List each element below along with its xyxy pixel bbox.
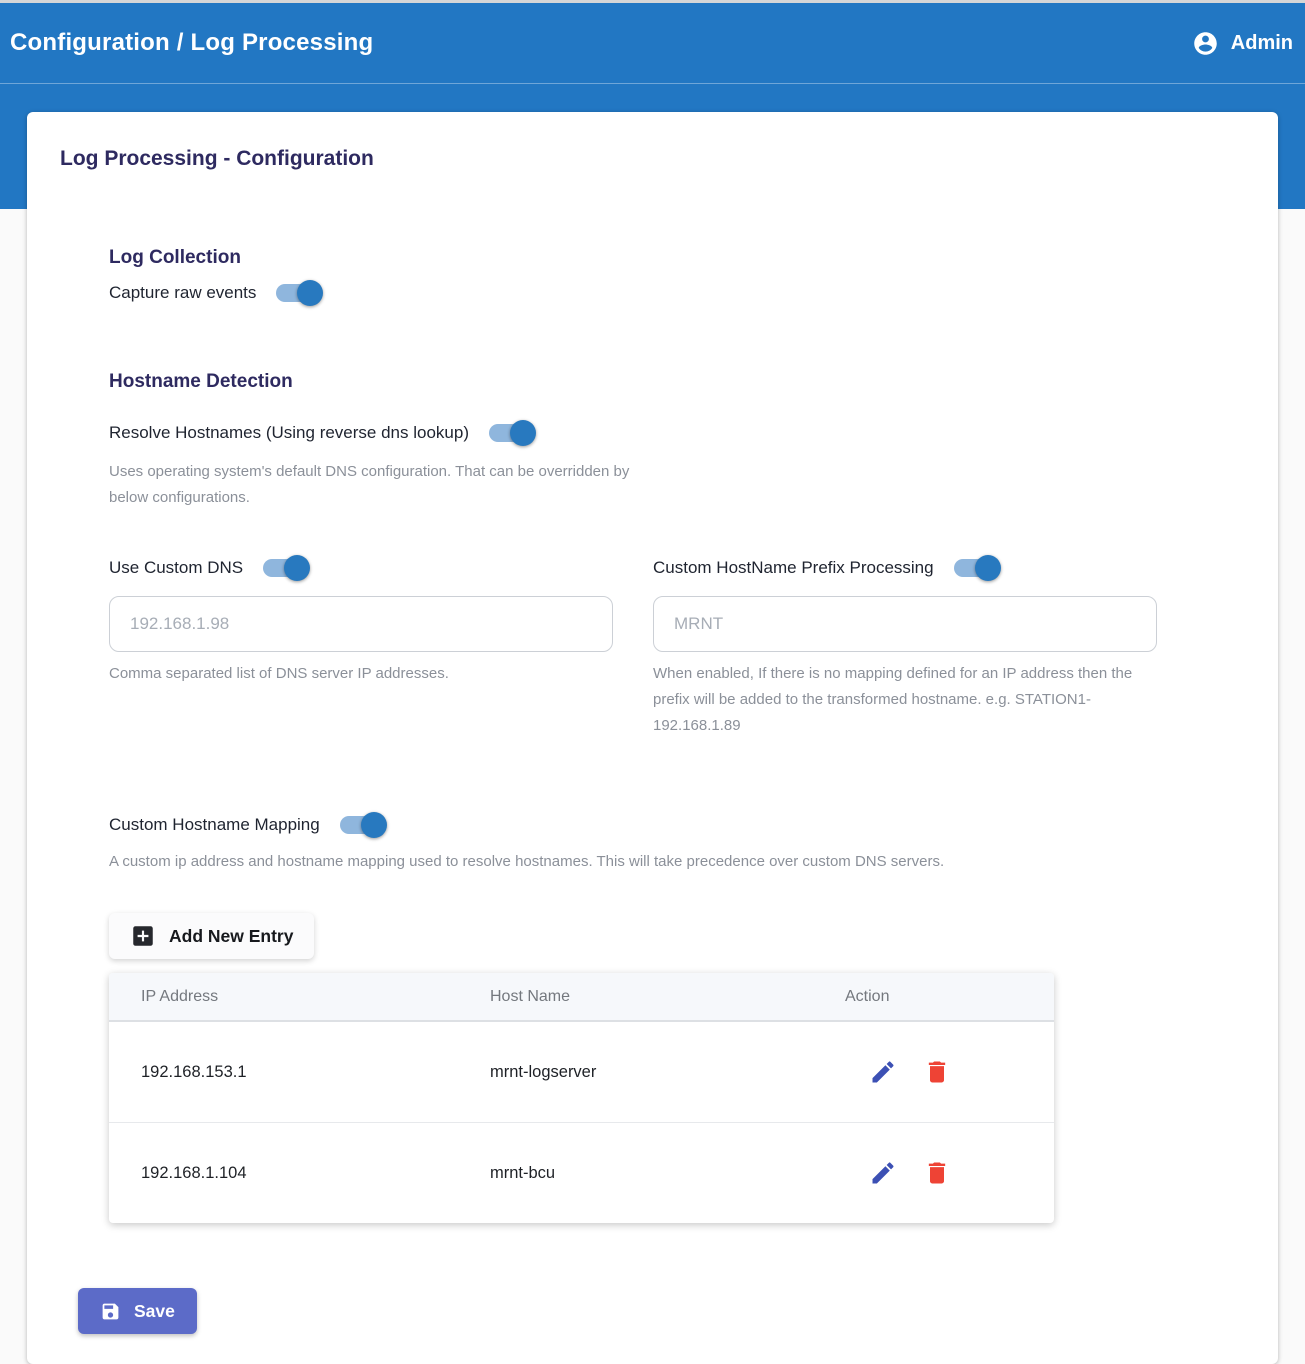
section-hostname-detection: Hostname Detection Resolve Hostnames (Us… xyxy=(109,371,1181,1223)
user-menu[interactable]: Admin xyxy=(1192,30,1293,57)
hostname-detection-heading: Hostname Detection xyxy=(109,371,1181,393)
custom-hostname-mapping-toggle[interactable] xyxy=(338,811,385,839)
hostname-prefix-field: Custom HostName Prefix Processing When e… xyxy=(653,554,1157,739)
edit-icon[interactable] xyxy=(869,1159,897,1187)
use-custom-dns-label: Use Custom DNS xyxy=(109,558,243,578)
row-host: mrnt-logserver xyxy=(490,1063,845,1082)
delete-icon[interactable] xyxy=(923,1058,951,1086)
save-button[interactable]: Save xyxy=(78,1288,197,1334)
save-button-label: Save xyxy=(134,1301,175,1322)
section-log-collection: Log Collection Capture raw events xyxy=(109,247,1181,307)
section-custom-hostname-mapping: Custom Hostname Mapping A custom ip addr… xyxy=(109,811,1181,1223)
col-action: Action xyxy=(845,988,1054,1006)
hostname-prefix-help: When enabled, If there is no mapping def… xyxy=(653,661,1157,739)
log-collection-heading: Log Collection xyxy=(109,247,1181,269)
hostname-prefix-input[interactable] xyxy=(653,596,1157,652)
add-new-entry-button[interactable]: Add New Entry xyxy=(109,913,314,959)
col-host-name: Host Name xyxy=(490,988,845,1006)
resolve-hostnames-toggle[interactable] xyxy=(487,419,534,447)
app-header: Configuration / Log Processing Admin xyxy=(0,3,1305,84)
config-card: Log Processing - Configuration Log Colle… xyxy=(27,112,1278,1364)
table-row: 192.168.1.104 mrnt-bcu xyxy=(109,1122,1054,1223)
toggle-thumb xyxy=(284,555,310,581)
custom-hostname-mapping-label: Custom Hostname Mapping xyxy=(109,815,320,835)
toggle-thumb xyxy=(975,555,1001,581)
hostname-prefix-toggle[interactable] xyxy=(952,554,999,582)
col-ip-address: IP Address xyxy=(109,988,490,1006)
add-new-entry-label: Add New Entry xyxy=(169,926,293,947)
table-row: 192.168.153.1 mrnt-logserver xyxy=(109,1022,1054,1122)
custom-dns-help: Comma separated list of DNS server IP ad… xyxy=(109,661,613,687)
use-custom-dns-toggle[interactable] xyxy=(261,554,308,582)
resolve-hostnames-help: Uses operating system's default DNS conf… xyxy=(109,459,639,511)
row-host: mrnt-bcu xyxy=(490,1164,845,1183)
toggle-thumb xyxy=(510,420,536,446)
row-ip: 192.168.1.104 xyxy=(109,1164,490,1183)
custom-dns-input[interactable] xyxy=(109,596,613,652)
account-icon xyxy=(1192,30,1219,57)
custom-dns-field: Use Custom DNS Comma separated list of D… xyxy=(109,554,613,739)
resolve-hostnames-label: Resolve Hostnames (Using reverse dns loo… xyxy=(109,423,469,443)
row-ip: 192.168.153.1 xyxy=(109,1063,490,1082)
toggle-thumb xyxy=(297,280,323,306)
add-icon xyxy=(130,923,156,949)
custom-hostname-mapping-help: A custom ip address and hostname mapping… xyxy=(109,849,1181,875)
page-title: Log Processing - Configuration xyxy=(60,147,1245,171)
edit-icon[interactable] xyxy=(869,1058,897,1086)
capture-raw-events-label: Capture raw events xyxy=(109,283,256,303)
delete-icon[interactable] xyxy=(923,1159,951,1187)
save-icon xyxy=(100,1301,121,1322)
hostname-prefix-label: Custom HostName Prefix Processing xyxy=(653,558,934,578)
user-name: Admin xyxy=(1231,32,1293,55)
capture-raw-events-toggle[interactable] xyxy=(274,279,321,307)
hostname-mapping-table: IP Address Host Name Action 192.168.153.… xyxy=(109,973,1054,1223)
breadcrumb: Configuration / Log Processing xyxy=(10,29,373,57)
toggle-thumb xyxy=(361,812,387,838)
table-header-row: IP Address Host Name Action xyxy=(109,973,1054,1022)
